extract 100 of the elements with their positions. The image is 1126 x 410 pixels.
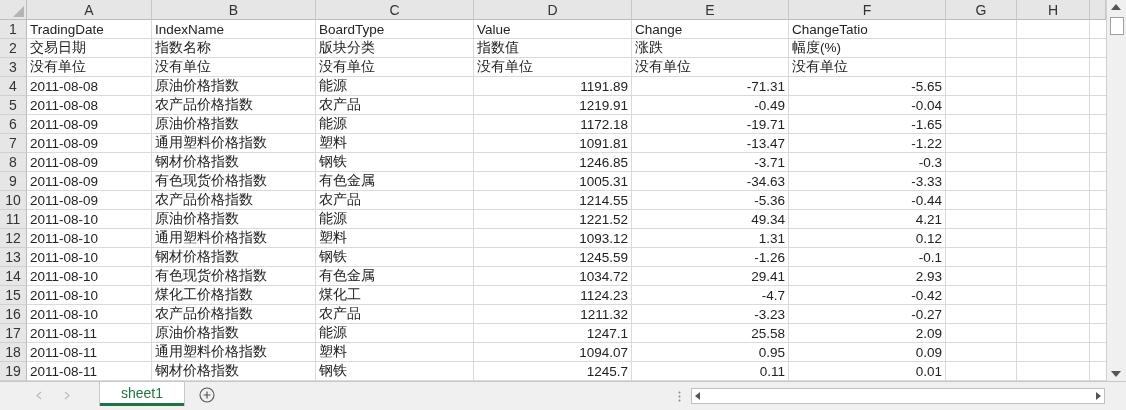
row-header[interactable]: 1	[0, 20, 27, 39]
row-header[interactable]: 9	[0, 172, 27, 191]
table-cell: 1191.89	[474, 77, 632, 96]
scroll-thumb[interactable]	[1110, 17, 1124, 35]
table-cell: 农产品	[316, 305, 474, 324]
table-cell: 1247.1	[474, 324, 632, 343]
row-header[interactable]: 14	[0, 267, 27, 286]
empty-cell	[946, 210, 1017, 229]
table-cell: 2011-08-10	[27, 210, 152, 229]
row-header[interactable]: 10	[0, 191, 27, 210]
table-cell: 29.41	[632, 267, 789, 286]
splitter-dots-icon[interactable]	[678, 391, 681, 402]
column-header[interactable]: E	[632, 0, 789, 20]
table-cell: 2011-08-09	[27, 115, 152, 134]
table-cell: -0.3	[789, 153, 946, 172]
table-cell: -1.22	[789, 134, 946, 153]
table-cell: 有色金属	[316, 172, 474, 191]
row-header[interactable]: 8	[0, 153, 27, 172]
table-cell: 1219.91	[474, 96, 632, 115]
table-cell: 1172.18	[474, 115, 632, 134]
empty-cell	[946, 324, 1017, 343]
row-header[interactable]: 4	[0, 77, 27, 96]
table-cell: -34.63	[632, 172, 789, 191]
table-cell: 2011-08-11	[27, 343, 152, 362]
table-cell: 通用塑料价格指数	[152, 134, 316, 153]
empty-cell	[946, 229, 1017, 248]
table-cell: 没有单位	[789, 58, 946, 77]
table-cell: 塑料	[316, 134, 474, 153]
table-cell: 农产品	[316, 191, 474, 210]
table-cell: 有色金属	[316, 267, 474, 286]
table-cell: 通用塑料价格指数	[152, 229, 316, 248]
table-cell: 25.58	[632, 324, 789, 343]
add-sheet-icon[interactable]	[199, 387, 215, 403]
table-cell: 1091.81	[474, 134, 632, 153]
row-header[interactable]: 11	[0, 210, 27, 229]
row-header[interactable]: 3	[0, 58, 27, 77]
empty-cell	[946, 153, 1017, 172]
row-header[interactable]: 7	[0, 134, 27, 153]
row-header[interactable]: 19	[0, 362, 27, 381]
empty-cell	[946, 305, 1017, 324]
table-cell: 能源	[316, 210, 474, 229]
table-cell: -19.71	[632, 115, 789, 134]
next-sheet-icon[interactable]	[64, 391, 70, 400]
row-header[interactable]: 12	[0, 229, 27, 248]
column-header[interactable]: D	[474, 0, 632, 20]
horizontal-scrollbar[interactable]	[691, 388, 1105, 404]
column-header[interactable]: H	[1017, 0, 1090, 20]
column-header[interactable]: A	[27, 0, 152, 20]
table-cell: 49.34	[632, 210, 789, 229]
table-cell: 塑料	[316, 343, 474, 362]
table-cell: 涨跌	[632, 39, 789, 58]
column-header[interactable]: B	[152, 0, 316, 20]
table-cell: 指数名称	[152, 39, 316, 58]
table-cell: 农产品价格指数	[152, 305, 316, 324]
table-cell: 版块分类	[316, 39, 474, 58]
table-cell: 2011-08-10	[27, 267, 152, 286]
empty-cell	[946, 134, 1017, 153]
table-cell: 能源	[316, 115, 474, 134]
sheet-tab[interactable]: sheet1	[100, 382, 184, 406]
row-header[interactable]: 13	[0, 248, 27, 267]
table-cell: 没有单位	[27, 58, 152, 77]
empty-cell	[946, 286, 1017, 305]
table-cell: -0.44	[789, 191, 946, 210]
table-cell: 指数值	[474, 39, 632, 58]
column-header[interactable]: F	[789, 0, 946, 20]
row-header[interactable]: 18	[0, 343, 27, 362]
table-cell: 幅度(%)	[789, 39, 946, 58]
table-cell: -0.1	[789, 248, 946, 267]
row-header[interactable]: 16	[0, 305, 27, 324]
table-cell: 农产品价格指数	[152, 191, 316, 210]
row-header[interactable]: 17	[0, 324, 27, 343]
table-cell: -13.47	[632, 134, 789, 153]
table-cell: 钢材价格指数	[152, 248, 316, 267]
table-cell: 1221.52	[474, 210, 632, 229]
table-cell: 2011-08-08	[27, 96, 152, 115]
table-cell: 通用塑料价格指数	[152, 343, 316, 362]
row-header[interactable]: 15	[0, 286, 27, 305]
table-cell: 没有单位	[474, 58, 632, 77]
table-cell: -3.23	[632, 305, 789, 324]
empty-cell	[946, 39, 1017, 58]
table-cell: 钢铁	[316, 248, 474, 267]
scroll-up-icon[interactable]	[1110, 2, 1122, 12]
table-cell: -5.36	[632, 191, 789, 210]
table-cell: 1093.12	[474, 229, 632, 248]
table-cell: -1.65	[789, 115, 946, 134]
table-cell: 1124.23	[474, 286, 632, 305]
scroll-down-icon[interactable]	[1110, 369, 1122, 379]
table-cell: IndexName	[152, 20, 316, 39]
table-cell: ChangeTatio	[789, 20, 946, 39]
table-cell: 2011-08-11	[27, 324, 152, 343]
table-cell: -3.71	[632, 153, 789, 172]
table-cell: 塑料	[316, 229, 474, 248]
row-header[interactable]: 6	[0, 115, 27, 134]
row-header[interactable]: 5	[0, 96, 27, 115]
row-header[interactable]: 2	[0, 39, 27, 58]
column-header[interactable]: C	[316, 0, 474, 20]
column-header[interactable]: G	[946, 0, 1017, 20]
previous-sheet-icon[interactable]	[36, 391, 42, 400]
table-cell: 2011-08-10	[27, 229, 152, 248]
select-all-icon[interactable]	[13, 6, 24, 17]
